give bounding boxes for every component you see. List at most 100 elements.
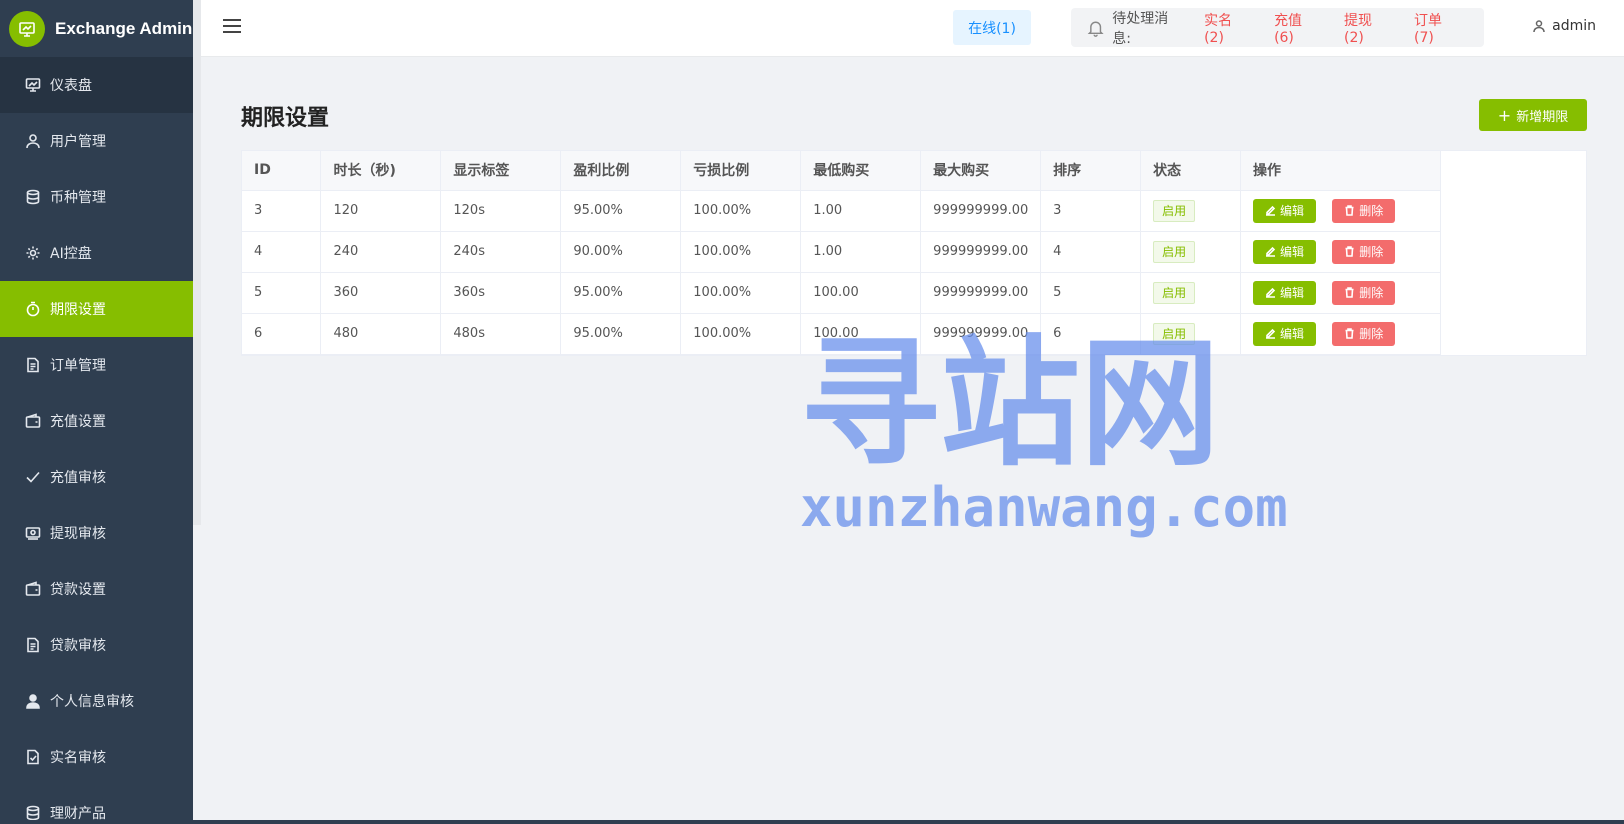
brand-logo-icon bbox=[9, 10, 45, 47]
sidebar-item-label: 提现审核 bbox=[50, 526, 106, 542]
sidebar-item-ai-control[interactable]: AI控盘 bbox=[0, 225, 193, 281]
check-icon bbox=[24, 468, 42, 486]
top-header: 在线(1) 待处理消息: 实名(2) 充值(6) 提现(2) 订单(7) adm… bbox=[201, 0, 1624, 57]
sidebar-item-profile-review[interactable]: 个人信息审核 bbox=[0, 673, 193, 729]
cell-status: 启用 bbox=[1140, 231, 1242, 273]
status-badge: 启用 bbox=[1153, 281, 1196, 304]
status-badge: 启用 bbox=[1153, 199, 1196, 222]
edit-icon bbox=[1266, 246, 1276, 257]
sidebar-item-label: 仪表盘 bbox=[50, 78, 92, 94]
column-header: 盈利比例 bbox=[560, 151, 682, 191]
edit-label: 编辑 bbox=[1280, 245, 1305, 259]
column-header: 状态 bbox=[1140, 151, 1242, 191]
cell-loss: 100.00% bbox=[680, 313, 802, 355]
cell-id: 5 bbox=[242, 272, 322, 314]
sidebar-item-label: 期限设置 bbox=[50, 302, 106, 318]
sidebar-item-users[interactable]: 用户管理 bbox=[0, 113, 193, 169]
menu-toggle-icon[interactable] bbox=[223, 19, 241, 37]
status-badge: 启用 bbox=[1153, 322, 1196, 345]
cell-max: 999999999.00 bbox=[920, 231, 1042, 273]
edit-icon bbox=[1266, 287, 1276, 298]
sidebar-item-period-settings[interactable]: 期限设置 bbox=[0, 281, 193, 337]
delete-label: 删除 bbox=[1359, 286, 1384, 300]
delete-button[interactable]: 删除 bbox=[1332, 239, 1396, 264]
sidebar-item-realname-review[interactable]: 实名审核 bbox=[0, 729, 193, 785]
page-title: 期限设置 bbox=[241, 106, 330, 131]
edit-button[interactable]: 编辑 bbox=[1253, 198, 1317, 223]
cell-sort: 4 bbox=[1040, 231, 1142, 273]
edit-button[interactable]: 编辑 bbox=[1253, 321, 1317, 346]
delete-button[interactable]: 删除 bbox=[1332, 198, 1396, 223]
edit-icon bbox=[1266, 328, 1276, 339]
sidebar-item-label: 充值设置 bbox=[50, 414, 106, 430]
cell-profit: 95.00% bbox=[560, 313, 682, 355]
add-period-button[interactable]: + 新增期限 bbox=[1479, 99, 1587, 131]
trash-icon bbox=[1345, 287, 1354, 298]
cell-actions: 编辑 删除 bbox=[1240, 272, 1441, 314]
cell-label: 480s bbox=[440, 313, 562, 355]
notice-recharge-link[interactable]: 充值(6) bbox=[1274, 10, 1320, 46]
edit-button[interactable]: 编辑 bbox=[1253, 280, 1317, 305]
cell-label: 240s bbox=[440, 231, 562, 273]
edit-label: 编辑 bbox=[1280, 204, 1305, 218]
online-count-badge[interactable]: 在线(1) bbox=[953, 10, 1031, 45]
delete-label: 删除 bbox=[1359, 204, 1384, 218]
notice-label: 待处理消息: bbox=[1112, 10, 1169, 47]
sidebar: Exchange Admin 仪表盘 用户管理 币种管理 AI控盘 期限设置 订… bbox=[0, 0, 193, 824]
cell-sort: 3 bbox=[1040, 190, 1142, 232]
cell-min: 100.00 bbox=[800, 272, 922, 314]
sidebar-item-recharge-settings[interactable]: 充值设置 bbox=[0, 393, 193, 449]
column-header: 最低购买 bbox=[800, 151, 922, 191]
edit-button[interactable]: 编辑 bbox=[1253, 239, 1317, 264]
sidebar-item-dashboard[interactable]: 仪表盘 bbox=[0, 57, 193, 113]
sidebar-item-recharge-review[interactable]: 充值审核 bbox=[0, 449, 193, 505]
table-row: 4 240 240s 90.00% 100.00% 1.00 999999999… bbox=[242, 231, 1441, 273]
sidebar-item-loan-settings[interactable]: 贷款设置 bbox=[0, 561, 193, 617]
trash-icon bbox=[1345, 246, 1354, 257]
sidebar-item-label: 币种管理 bbox=[50, 190, 106, 206]
notice-order-link[interactable]: 订单(7) bbox=[1414, 10, 1460, 46]
cell-profit: 95.00% bbox=[560, 190, 682, 232]
user-filled-icon bbox=[24, 692, 42, 710]
user-icon bbox=[24, 132, 42, 150]
cell-loss: 100.00% bbox=[680, 231, 802, 273]
document-check-icon bbox=[24, 748, 42, 766]
sidebar-item-withdraw-review[interactable]: 提现审核 bbox=[0, 505, 193, 561]
delete-label: 删除 bbox=[1359, 245, 1384, 259]
column-header: 时长（秒) bbox=[320, 151, 442, 191]
sidebar-item-orders[interactable]: 订单管理 bbox=[0, 337, 193, 393]
cell-min: 1.00 bbox=[800, 190, 922, 232]
bottom-border bbox=[0, 820, 1624, 824]
user-name: admin bbox=[1552, 18, 1596, 34]
column-header: 排序 bbox=[1040, 151, 1142, 191]
cell-status: 启用 bbox=[1140, 190, 1242, 232]
cell-id: 4 bbox=[242, 231, 322, 273]
notice-realname-link[interactable]: 实名(2) bbox=[1204, 10, 1250, 46]
table-row: 3 120 120s 95.00% 100.00% 1.00 999999999… bbox=[242, 190, 1441, 232]
wallet-icon bbox=[24, 412, 42, 430]
sidebar-item-wealth-products[interactable]: 理财产品 bbox=[0, 785, 193, 824]
cell-duration: 240 bbox=[320, 231, 442, 273]
trash-icon bbox=[1345, 328, 1354, 339]
column-header: 显示标签 bbox=[440, 151, 562, 191]
notice-withdraw-link[interactable]: 提现(2) bbox=[1344, 10, 1390, 46]
table-row: 5 360 360s 95.00% 100.00% 100.00 9999999… bbox=[242, 272, 1441, 314]
delete-button[interactable]: 删除 bbox=[1332, 321, 1396, 346]
cell-min: 1.00 bbox=[800, 231, 922, 273]
sidebar-scrollbar[interactable] bbox=[193, 0, 201, 525]
sidebar-item-label: 个人信息审核 bbox=[50, 694, 134, 710]
cell-loss: 100.00% bbox=[680, 272, 802, 314]
wallet-icon bbox=[24, 580, 42, 598]
gear-icon bbox=[24, 244, 42, 262]
column-header: ID bbox=[242, 151, 322, 191]
sidebar-item-label: 用户管理 bbox=[50, 134, 106, 150]
sidebar-item-coins[interactable]: 币种管理 bbox=[0, 169, 193, 225]
table-header-row: ID 时长（秒) 显示标签 盈利比例 亏损比例 最低购买 最大购买 排序 状态 … bbox=[242, 151, 1441, 191]
delete-button[interactable]: 删除 bbox=[1332, 280, 1396, 305]
cell-status: 启用 bbox=[1140, 313, 1242, 355]
cell-status: 启用 bbox=[1140, 272, 1242, 314]
cell-actions: 编辑 删除 bbox=[1240, 190, 1441, 232]
table-row: 6 480 480s 95.00% 100.00% 100.00 9999999… bbox=[242, 313, 1441, 355]
user-menu[interactable]: admin bbox=[1532, 18, 1596, 34]
sidebar-item-loan-review[interactable]: 贷款审核 bbox=[0, 617, 193, 673]
